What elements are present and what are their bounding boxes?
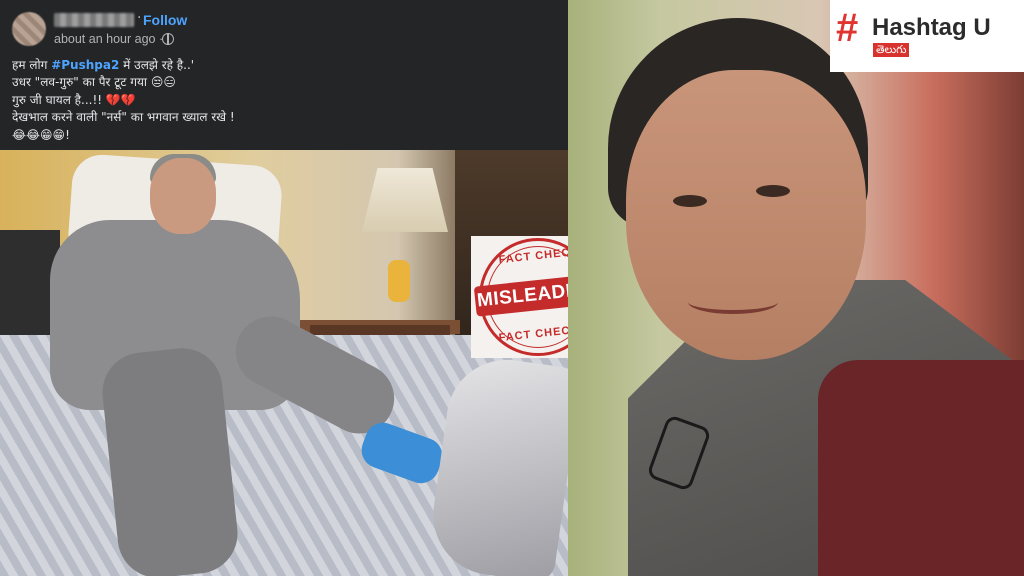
post-photo[interactable] [0,150,568,576]
post-header: · Follow about an hour ago · हम लोग #Pus… [0,0,568,150]
name-separator: · [137,10,142,26]
post-timestamp[interactable]: about an hour ago · [54,32,163,46]
logo-subtitle: తెలుగు [873,43,910,57]
logo-text: Hashtag U [872,14,991,41]
portrait-eye-right [756,185,790,197]
hashtag-u-logo: # Hashtag U తెలుగు [830,0,1024,72]
post-line-1-before: हम लोग [12,58,52,72]
portrait-face [626,70,866,360]
post-line-5: 😂😂😁😁! [12,127,70,142]
author-name-blurred[interactable] [54,13,134,27]
avatar[interactable] [12,12,46,46]
portrait-eye-left [673,195,707,207]
post-line-4: देखभाल करने वाली "नर्स" का भगवान ख्याल र… [12,110,235,125]
photo-person-leg-left [98,344,242,576]
post-line-1: हम लोग #Pushpa2 में उलझे रहे है..' [12,57,552,74]
post-text: हम लोग #Pushpa2 में उलझे रहे है..' उधर "… [12,57,552,144]
portrait-smile [688,290,778,314]
post-line-3: गुरु जी घायल है...!! 💔💔 [12,92,136,107]
hashtag-link[interactable]: #Pushpa2 [51,58,119,72]
timestamp-text: about an hour ago [54,32,156,46]
globe-icon [162,33,174,45]
follow-button[interactable]: Follow [143,12,187,28]
logo-hash-icon: # [836,6,859,50]
photo-lamp-base [388,260,410,302]
photo-person-head [150,158,216,234]
portrait-photo [568,0,1024,576]
post-line-2: उधर "लव-गुरु" का पैर टूट गया 😒😑 [12,75,176,90]
post-line-1-after: में उलझे रहे है..' [119,58,195,72]
portrait-shirt [818,360,1024,576]
